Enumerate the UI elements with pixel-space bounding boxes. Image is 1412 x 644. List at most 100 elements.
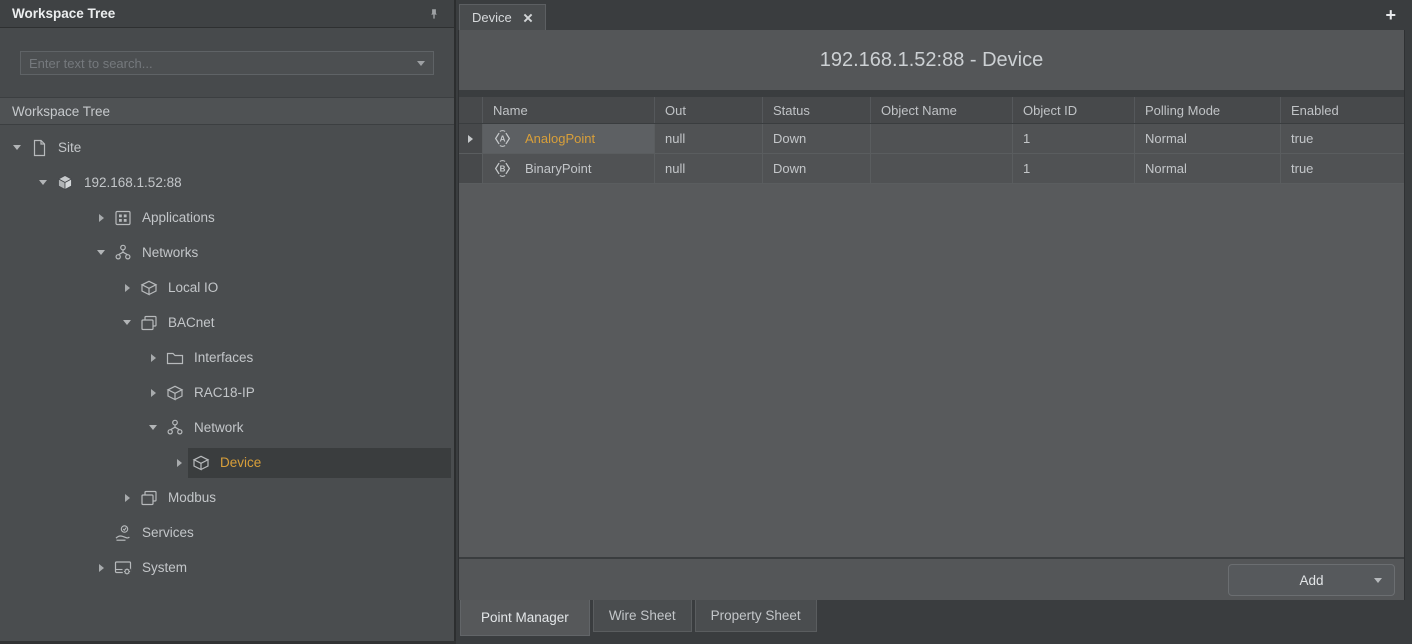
row-selector-header bbox=[459, 97, 483, 123]
tab-wire-sheet[interactable]: Wire Sheet bbox=[593, 600, 692, 632]
view-title: 192.168.1.52:88 - Device bbox=[820, 49, 1044, 72]
collapse-arrow-icon[interactable] bbox=[144, 354, 162, 362]
search-dropdown-caret-icon[interactable] bbox=[417, 61, 425, 66]
tree-item-label: Applications bbox=[142, 210, 215, 225]
grid-toolbar: Add bbox=[459, 557, 1404, 600]
tree-item-modbus[interactable]: Modbus bbox=[0, 480, 454, 515]
binary-point-icon: B bbox=[489, 158, 516, 180]
selected-tree-item[interactable]: Device bbox=[188, 448, 451, 478]
column-header-enabled[interactable]: Enabled bbox=[1281, 97, 1404, 123]
cell-object-id[interactable]: 1 bbox=[1013, 154, 1135, 183]
network-icon bbox=[112, 243, 134, 263]
layer-stack-icon bbox=[138, 313, 160, 333]
cell-enabled[interactable]: true bbox=[1281, 154, 1404, 183]
system-gear-icon bbox=[112, 558, 134, 578]
tree-item-local-io[interactable]: Local IO bbox=[0, 270, 454, 305]
expand-arrow-icon[interactable] bbox=[118, 320, 136, 325]
tab-label: Property Sheet bbox=[711, 608, 801, 623]
collapse-arrow-icon[interactable] bbox=[92, 214, 110, 222]
cell-polling-mode[interactable]: Normal bbox=[1135, 124, 1281, 153]
cell-name[interactable]: B BinaryPoint bbox=[483, 154, 655, 183]
expand-arrow-icon[interactable] bbox=[92, 250, 110, 255]
expand-arrow-icon[interactable] bbox=[8, 145, 26, 150]
add-button[interactable]: Add bbox=[1228, 564, 1395, 596]
tree-item-label: BACnet bbox=[168, 315, 215, 330]
cell-out[interactable]: null bbox=[655, 124, 763, 153]
search-region bbox=[0, 28, 454, 98]
tree-section-title: Workspace Tree bbox=[12, 104, 110, 119]
tab-device[interactable]: Device bbox=[459, 4, 546, 30]
tree-item-label: Modbus bbox=[168, 490, 216, 505]
tree-item-system[interactable]: System bbox=[0, 550, 454, 585]
cell-object-id[interactable]: 1 bbox=[1013, 124, 1135, 153]
tree-item-label: Services bbox=[142, 525, 194, 540]
cell-status[interactable]: Down bbox=[763, 154, 871, 183]
layer-stack-icon bbox=[138, 488, 160, 508]
expand-arrow-icon[interactable] bbox=[34, 180, 52, 185]
workspace-tree-panel-header: Workspace Tree bbox=[0, 0, 454, 28]
workspace-tree: Site 192.168.1.52:88 Applications bbox=[0, 125, 454, 585]
collapse-arrow-icon[interactable] bbox=[118, 494, 136, 502]
app-window: Workspace Tree Workspace Tree Site bbox=[0, 0, 1412, 644]
collapse-arrow-icon[interactable] bbox=[170, 459, 188, 467]
grid-header-row: Name Out Status Object Name Object ID Po… bbox=[459, 97, 1404, 124]
cell-status[interactable]: Down bbox=[763, 124, 871, 153]
document-icon bbox=[28, 138, 50, 158]
tree-item-bacnet[interactable]: BACnet bbox=[0, 305, 454, 340]
point-grid: 192.168.1.52:88 - Device Name Out Status… bbox=[458, 30, 1405, 600]
analog-point-icon: A bbox=[489, 128, 516, 150]
panel-title: Workspace Tree bbox=[12, 6, 426, 21]
tab-property-sheet[interactable]: Property Sheet bbox=[695, 600, 817, 632]
tree-item-label: RAC18-IP bbox=[194, 385, 255, 400]
tab-label: Point Manager bbox=[481, 610, 569, 625]
tree-item-controller[interactable]: 192.168.1.52:88 bbox=[0, 165, 454, 200]
workspace-tree-panel: Workspace Tree Workspace Tree Site bbox=[0, 0, 456, 641]
tab-label: Device bbox=[472, 10, 512, 25]
tree-item-networks[interactable]: Networks bbox=[0, 235, 454, 270]
cell-enabled[interactable]: true bbox=[1281, 124, 1404, 153]
row-selector-cell[interactable] bbox=[459, 124, 483, 153]
tree-item-label: Networks bbox=[142, 245, 198, 260]
tree-item-services[interactable]: Services bbox=[0, 515, 454, 550]
close-icon[interactable] bbox=[523, 13, 533, 23]
collapse-arrow-icon[interactable] bbox=[92, 564, 110, 572]
svg-text:B: B bbox=[500, 164, 506, 173]
new-tab-button[interactable]: + bbox=[1385, 4, 1396, 26]
view-title-band: 192.168.1.52:88 - Device bbox=[459, 30, 1404, 90]
collapse-arrow-icon[interactable] bbox=[144, 389, 162, 397]
tree-item-label: Site bbox=[58, 140, 81, 155]
tree-item-site[interactable]: Site bbox=[0, 130, 454, 165]
column-header-name[interactable]: Name bbox=[483, 97, 655, 123]
cell-name[interactable]: A AnalogPoint bbox=[483, 124, 655, 153]
tree-item-device[interactable]: Device bbox=[0, 445, 454, 480]
tree-item-label: Local IO bbox=[168, 280, 218, 295]
column-header-object-id[interactable]: Object ID bbox=[1013, 97, 1135, 123]
tree-item-label: Interfaces bbox=[194, 350, 253, 365]
table-row-binarypoint[interactable]: B BinaryPoint null Down 1 Normal true bbox=[459, 154, 1404, 184]
tab-point-manager[interactable]: Point Manager bbox=[460, 600, 590, 636]
tree-item-applications[interactable]: Applications bbox=[0, 200, 454, 235]
add-button-label: Add bbox=[1299, 573, 1323, 588]
cell-object-name[interactable] bbox=[871, 124, 1013, 153]
tree-item-network[interactable]: Network bbox=[0, 410, 454, 445]
tree-item-interfaces[interactable]: Interfaces bbox=[0, 340, 454, 375]
column-header-object-name[interactable]: Object Name bbox=[871, 97, 1013, 123]
row-selector-arrow-icon bbox=[468, 135, 473, 143]
row-selector-cell[interactable] bbox=[459, 154, 483, 183]
cell-out[interactable]: null bbox=[655, 154, 763, 183]
cell-object-name[interactable] bbox=[871, 154, 1013, 183]
network-icon bbox=[164, 418, 186, 438]
cell-polling-mode[interactable]: Normal bbox=[1135, 154, 1281, 183]
table-row-analogpoint[interactable]: A AnalogPoint null Down 1 Normal true bbox=[459, 124, 1404, 154]
column-header-status[interactable]: Status bbox=[763, 97, 871, 123]
add-dropdown-caret-icon[interactable] bbox=[1374, 578, 1382, 583]
io-box-icon bbox=[164, 383, 186, 403]
search-input[interactable] bbox=[20, 51, 434, 75]
collapse-arrow-icon[interactable] bbox=[118, 284, 136, 292]
pin-icon[interactable] bbox=[426, 6, 442, 22]
io-box-icon bbox=[138, 278, 160, 298]
tree-item-rac18-ip[interactable]: RAC18-IP bbox=[0, 375, 454, 410]
expand-arrow-icon[interactable] bbox=[144, 425, 162, 430]
column-header-polling-mode[interactable]: Polling Mode bbox=[1135, 97, 1281, 123]
column-header-out[interactable]: Out bbox=[655, 97, 763, 123]
